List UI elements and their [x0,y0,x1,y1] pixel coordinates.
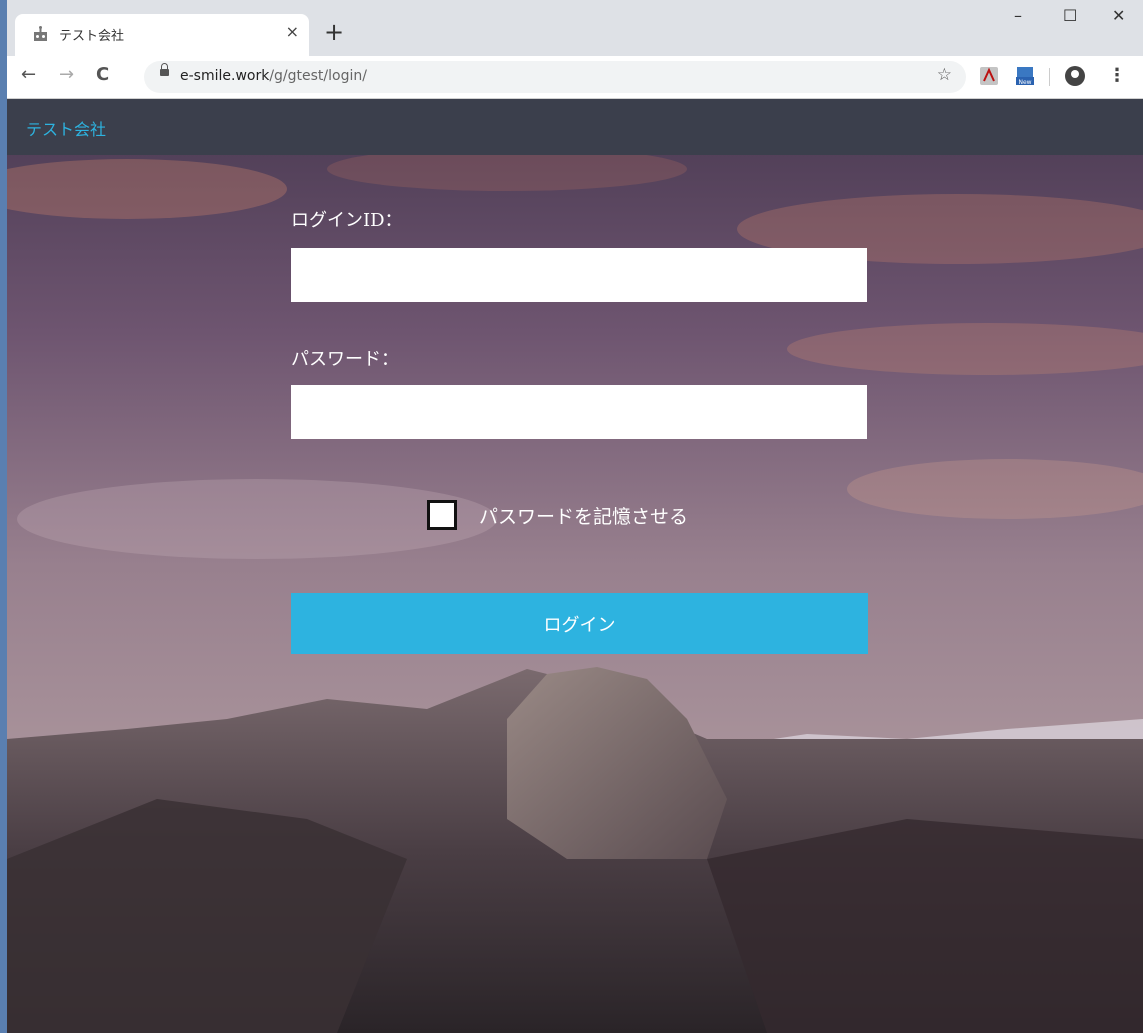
remember-password-checkbox[interactable] [427,500,457,530]
svg-text:New: New [1018,79,1031,86]
tab-strip: テスト会社 × + – ☐ ✕ [7,0,1143,56]
browser-menu-icon[interactable]: ⋮ [1108,65,1126,86]
lock-icon [160,63,169,76]
tab-close-icon[interactable]: × [286,22,299,41]
browser-toolbar: ← → C e-smile.work/g/gtest/login/ ☆ New … [7,56,1143,99]
login-form: ログインID： パスワード： パスワードを記憶させる ログイン [7,99,1143,1033]
url-host: e-smile.work [180,68,270,84]
bookmark-star-icon[interactable]: ☆ [937,65,952,85]
login-button[interactable]: ログイン [291,593,868,654]
new-tab-button[interactable]: + [324,20,344,44]
remember-password-label[interactable]: パスワードを記憶させる [479,502,688,529]
password-input[interactable] [291,385,867,439]
login-id-label: ログインID： [291,210,403,231]
acrobat-icon[interactable] [979,66,999,86]
tab-title: テスト会社 [59,29,125,44]
url-path: /g/gtest/login/ [269,68,367,84]
page-content: テスト会社 ログインID： パスワード： パスワードを記憶させる ログイン [7,99,1143,1033]
reload-button[interactable]: C [96,64,109,85]
browser-window: テスト会社 × + – ☐ ✕ ← → C e-smile.work/g/gte… [7,0,1143,1033]
maximize-button[interactable]: ☐ [1063,6,1077,25]
minimize-button[interactable]: – [1014,6,1022,25]
toolbar-separator [1049,68,1050,86]
account-icon[interactable] [1065,66,1085,86]
new-extension-icon[interactable]: New [1015,66,1035,86]
url-text: e-smile.work/g/gtest/login/ [180,68,367,84]
password-label: パスワード： [291,349,399,370]
robot-icon [34,26,47,41]
close-window-button[interactable]: ✕ [1112,6,1125,25]
browser-tab[interactable]: テスト会社 × [15,14,309,56]
address-bar[interactable]: e-smile.work/g/gtest/login/ ☆ [144,61,966,93]
forward-button[interactable]: → [59,64,74,85]
back-button[interactable]: ← [21,64,36,85]
login-id-input[interactable] [291,248,867,302]
